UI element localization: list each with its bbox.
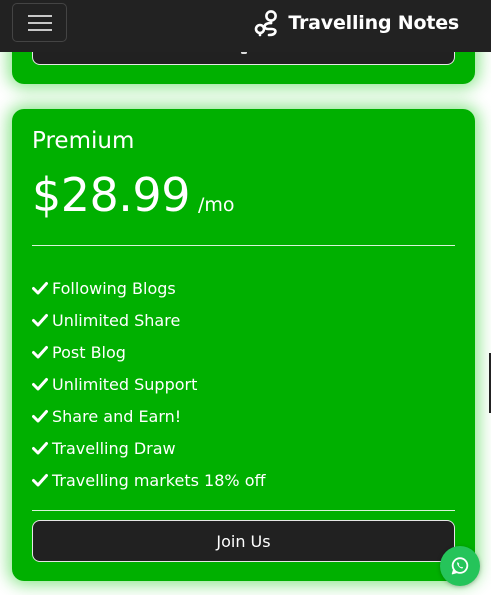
check-icon	[32, 378, 48, 391]
menu-bar-line	[28, 29, 52, 31]
brand-name: Travelling Notes	[288, 12, 459, 34]
feature-list: Following Blogs Unlimited Share Post Blo…	[32, 272, 266, 496]
feature-label: Share and Earn!	[52, 406, 182, 426]
brand-link[interactable]: Travelling Notes	[254, 9, 459, 37]
check-icon	[32, 346, 48, 359]
plan-period: /mo	[197, 194, 235, 216]
feature-item: Travelling Draw	[32, 432, 266, 464]
navbar: Travelling Notes	[0, 0, 491, 52]
feature-item: Travelling markets 18% off	[32, 464, 266, 496]
feature-item: Post Blog	[32, 336, 266, 368]
join-us-button[interactable]: Join Us	[32, 520, 455, 562]
whatsapp-button[interactable]	[440, 546, 480, 586]
feature-label: Travelling Draw	[52, 438, 176, 458]
feature-label: Post Blog	[52, 342, 126, 362]
check-icon	[32, 442, 48, 455]
feature-label: Unlimited Share	[52, 310, 181, 330]
hamburger-menu-button[interactable]	[12, 3, 67, 42]
check-icon	[32, 282, 48, 295]
feature-item: Unlimited Share	[32, 304, 266, 336]
feature-label: Following Blogs	[52, 278, 176, 298]
price-row: $28.99 /mo	[32, 168, 235, 222]
feature-item: Following Blogs	[32, 272, 266, 304]
check-icon	[32, 314, 48, 327]
plan-title: Premium	[32, 128, 135, 154]
plan-price: $28.99	[32, 168, 190, 222]
divider	[32, 510, 455, 511]
divider	[32, 245, 455, 246]
feature-label: Unlimited Support	[52, 374, 198, 394]
feature-item: Unlimited Support	[32, 368, 266, 400]
page: Travelling Notes Premium $28.99 /mo Foll…	[0, 0, 491, 595]
route-pin-icon	[255, 10, 278, 37]
check-icon	[32, 474, 48, 487]
menu-bar-line	[28, 15, 52, 17]
feature-label: Travelling markets 18% off	[52, 470, 266, 490]
whatsapp-icon	[451, 557, 469, 575]
feature-item: Share and Earn!	[32, 400, 266, 432]
premium-pricing-card: Premium $28.99 /mo Following Blogs Unlim…	[12, 109, 475, 581]
menu-bar-line	[28, 22, 52, 24]
check-icon	[32, 410, 48, 423]
